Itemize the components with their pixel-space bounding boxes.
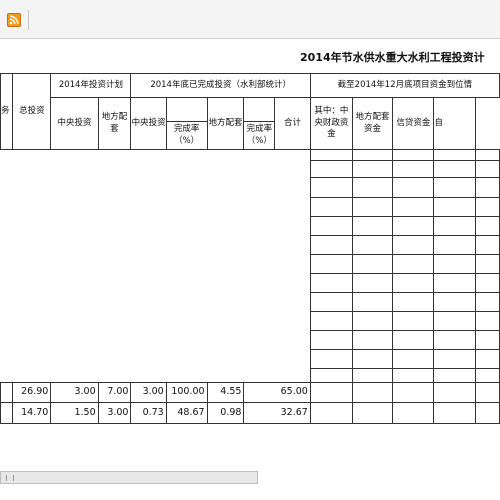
header-row-2: 中央投资 地方配套 中央投资 地方配套 合计 其中：中央财政资金 地方配套资金 …	[1, 97, 500, 150]
scrollbar-thumb[interactable]	[0, 471, 258, 484]
cell-total-investment: 26.90	[12, 382, 52, 403]
blank-row	[1, 177, 500, 198]
header-done-central-rate-top	[165, 97, 208, 122]
header-done-local: 地方配套	[206, 97, 245, 150]
blank-row	[1, 160, 500, 178]
header-done-central: 中央投资	[130, 97, 167, 150]
header-funds-central: 其中：中央财政资金	[309, 97, 353, 150]
header-funds-local: 地方配套资金	[351, 97, 394, 150]
blank-row	[1, 292, 500, 312]
blank-row	[1, 216, 500, 236]
header-plan-2014: 2014年投资计划	[50, 73, 132, 98]
blank-row	[1, 311, 500, 331]
cell-funds-local	[392, 402, 435, 424]
cell-funds-credit	[433, 382, 476, 403]
toolbar	[0, 0, 500, 39]
cell-plan-local: 3.00	[97, 402, 132, 424]
cell-funds-total	[309, 402, 353, 424]
spacer-row	[0, 149, 500, 161]
cell-done-central: 3.00	[130, 382, 167, 403]
header-funds-self: 自	[433, 97, 476, 150]
header-completed-2014: 2014年底已完成投资（水利部统计）	[130, 73, 311, 98]
blank-row	[1, 254, 500, 274]
cell-done-local-rate: 32.67	[243, 402, 311, 424]
sheet-title: 2014年节水供水重大水利工程投资计	[300, 51, 485, 64]
blank-row	[1, 349, 500, 369]
cell-plan-local: 7.00	[97, 382, 132, 403]
row-task-cut	[0, 382, 14, 403]
cell-funds-local	[392, 382, 435, 403]
cell-funds-self	[474, 402, 500, 424]
grip-icon	[6, 475, 14, 481]
table-row: 14.70 1.50 3.00 0.73 48.67 0.98 32.67	[0, 402, 500, 424]
header-task: 务	[0, 73, 14, 150]
cell-done-central: 0.73	[130, 402, 167, 424]
horizontal-scrollbar[interactable]	[0, 470, 500, 486]
cell-total-investment: 14.70	[12, 402, 52, 424]
header-done-central-rate: 完成率（%）	[165, 121, 208, 150]
blank-row	[1, 330, 500, 350]
cell-plan-central: 1.50	[50, 402, 99, 424]
header-plan-local: 地方配套	[97, 97, 132, 150]
cell-done-central-rate: 100.00	[165, 382, 208, 403]
cell-funds-total	[309, 382, 353, 403]
cell-funds-credit	[433, 402, 476, 424]
blank-row	[1, 273, 500, 293]
blank-row	[1, 197, 500, 217]
header-funds-2014: 截至2014年12月底项目资金到位情	[309, 73, 500, 98]
cell-done-local-rate: 65.00	[243, 382, 311, 403]
rss-feed-icon[interactable]	[7, 13, 21, 27]
header-done-local-rate-top	[243, 97, 276, 122]
investment-table: 务 总投资 2014年投资计划 2014年底已完成投资（水利部统计） 截至201…	[0, 73, 500, 424]
header-row-1: 务 总投资 2014年投资计划 2014年底已完成投资（水利部统计） 截至201…	[0, 73, 500, 150]
cell-funds-self	[474, 382, 500, 403]
toolbar-separator	[28, 10, 29, 30]
table-row: 26.90 3.00 7.00 3.00 100.00 4.55 65.00	[0, 382, 500, 403]
header-total-investment: 总投资	[12, 73, 52, 150]
cell-plan-central: 3.00	[50, 382, 99, 403]
header-plan-central: 中央投资	[50, 97, 99, 150]
header-done-local-rate: 完成率（%）	[243, 121, 276, 150]
header-funds-credit: 信贷资金	[392, 97, 435, 150]
cell-done-local: 0.98	[206, 402, 245, 424]
row-task-cut	[0, 402, 14, 424]
blank-row	[1, 235, 500, 255]
cell-funds-central	[351, 402, 394, 424]
header-funds-total: 合计	[274, 97, 311, 150]
blank-row	[0, 368, 500, 383]
cell-funds-central	[351, 382, 394, 403]
cell-done-local: 4.55	[206, 382, 245, 403]
cell-done-central-rate: 48.67	[165, 402, 208, 424]
